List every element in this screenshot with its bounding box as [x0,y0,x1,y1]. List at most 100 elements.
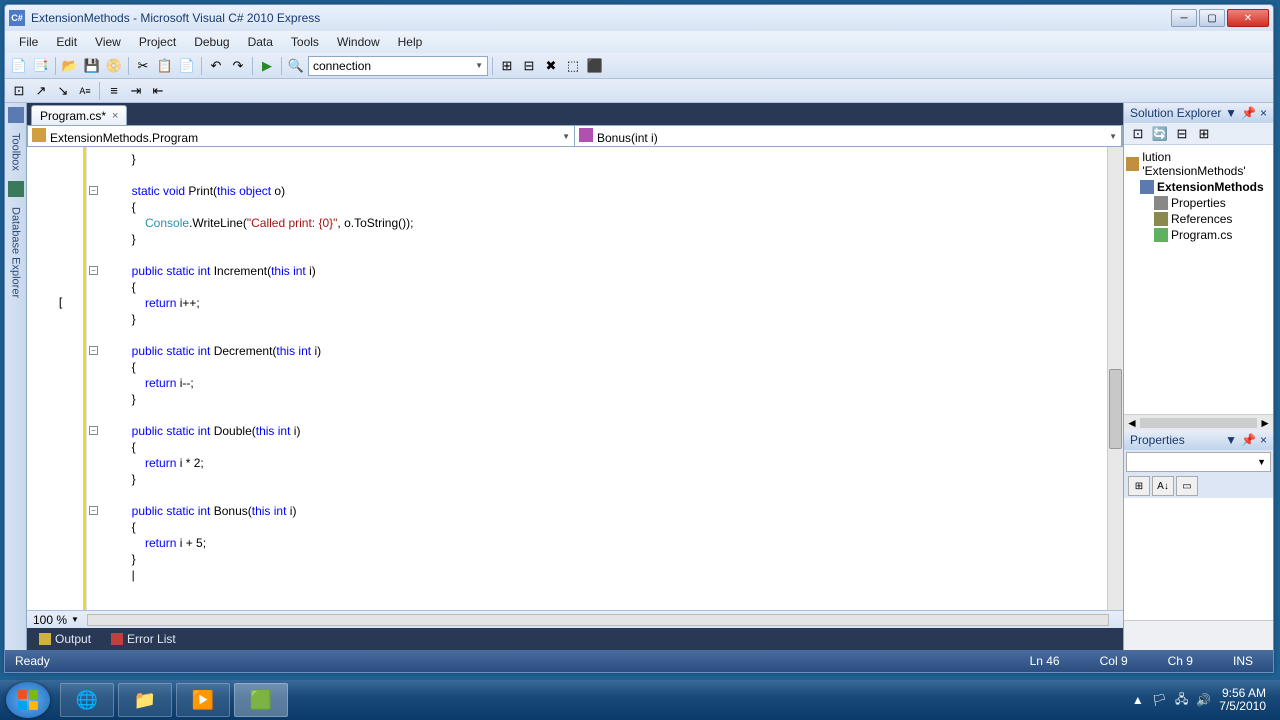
property-pages-icon[interactable]: ▭ [1176,476,1198,496]
new-project-icon[interactable]: 📄 [9,56,29,76]
text-tool-4[interactable]: A≡ [75,81,95,101]
zoom-level[interactable]: 100 % [33,613,67,627]
vertical-scrollbar[interactable] [1107,147,1123,610]
bottom-tab-errorlist[interactable]: Error List [105,630,182,648]
close-button[interactable]: ✕ [1227,9,1269,27]
tray-flag-icon[interactable]: 🏳 [1152,693,1167,707]
tree-references[interactable]: References [1126,211,1271,227]
close-panel-icon[interactable]: × [1260,433,1267,447]
minimize-button[interactable]: ─ [1171,9,1197,27]
undo-icon[interactable]: ↶ [206,56,226,76]
properties-grid[interactable] [1124,498,1273,620]
menu-window[interactable]: Window [329,33,388,51]
bottom-tab-output[interactable]: Output [33,630,97,648]
tool-icon-3[interactable]: ✖ [541,56,561,76]
task-ie[interactable]: 🌐 [60,683,114,717]
pin-icon[interactable]: 📌 [1241,106,1256,120]
class-navigator[interactable]: ExtensionMethods.Program ▼ [28,126,575,146]
dropdown-icon[interactable]: ▼ [1225,106,1237,120]
task-media[interactable]: ▶️ [176,683,230,717]
solution-scrollbar[interactable]: ◄► [1124,414,1273,430]
categorized-icon[interactable]: ⊞ [1128,476,1150,496]
code-editor[interactable]: } static void Print(this object o) { Con… [87,147,1107,610]
side-tab-toolbox[interactable]: Toolbox [8,125,24,179]
database-explorer-icon[interactable] [8,181,24,197]
menu-view[interactable]: View [87,33,129,51]
solution-toolbar: ⊡ 🔄 ⊟ ⊞ [1124,123,1273,145]
start-button[interactable] [6,682,50,718]
redo-icon[interactable]: ↷ [228,56,248,76]
find-icon[interactable]: 🔍 [286,56,306,76]
pin-icon[interactable]: 📌 [1241,433,1256,447]
text-tool-2[interactable]: ↗ [31,81,51,101]
method-icon [579,128,593,142]
text-tool-1[interactable]: ⊡ [9,81,29,101]
status-text: Ready [15,654,50,668]
tool-icon-4[interactable]: ⬚ [563,56,583,76]
taskbar[interactable]: 🌐 📁 ▶️ 🟩 ▲ 🏳 🖧 🔊 9:56 AM 7/5/2010 [0,680,1280,720]
tray-arrow-icon[interactable]: ▲ [1132,693,1144,707]
tool-icon-2[interactable]: ⊟ [519,56,539,76]
save-all-icon[interactable]: 📀 [104,56,124,76]
cut-icon[interactable]: ✂ [133,56,153,76]
paste-icon[interactable]: 📄 [177,56,197,76]
menu-edit[interactable]: Edit [48,33,85,51]
menu-project[interactable]: Project [131,33,184,51]
tree-solution[interactable]: lution 'ExtensionMethods' [1126,149,1271,179]
bottom-tab-well: Output Error List [27,628,1123,650]
save-icon[interactable]: 💾 [82,56,102,76]
solution-explorer-header[interactable]: Solution Explorer ▼📌× [1124,103,1273,123]
tree-project[interactable]: ExtensionMethods [1126,179,1271,195]
menu-tools[interactable]: Tools [283,33,327,51]
member-navigator[interactable]: Bonus(int i) ▼ [575,126,1122,146]
document-tab[interactable]: Program.cs* × [31,105,127,125]
solution-tree[interactable]: lution 'ExtensionMethods' ExtensionMetho… [1124,145,1273,414]
tool-icon-1[interactable]: ⊞ [497,56,517,76]
add-item-icon[interactable]: 📑 [31,56,51,76]
tray-network-icon[interactable]: 🖧 [1175,690,1188,711]
window-title: ExtensionMethods - Microsoft Visual C# 2… [31,11,1171,25]
references-icon [1154,212,1168,226]
properties-description [1124,620,1273,650]
open-icon[interactable]: 📂 [60,56,80,76]
close-tab-icon[interactable]: × [112,110,118,122]
tree-properties[interactable]: Properties [1126,195,1271,211]
find-combo[interactable]: connection▼ [308,56,488,76]
copy-icon[interactable]: 📋 [155,56,175,76]
sln-tool-3[interactable]: ⊟ [1172,124,1192,144]
maximize-button[interactable]: ▢ [1199,9,1225,27]
titlebar[interactable]: C# ExtensionMethods - Microsoft Visual C… [5,5,1273,31]
toolbox-icon[interactable] [8,107,24,123]
tray-volume-icon[interactable]: 🔊 [1196,693,1211,707]
alphabetical-icon[interactable]: A↓ [1152,476,1174,496]
properties-header[interactable]: Properties ▼📌× [1124,430,1273,450]
menu-file[interactable]: File [11,33,46,51]
menu-debug[interactable]: Debug [186,33,237,51]
indent-icon[interactable]: ⇥ [126,81,146,101]
tree-file[interactable]: Program.cs [1126,227,1271,243]
menu-help[interactable]: Help [390,33,431,51]
properties-object-selector[interactable]: ▼ [1126,452,1271,472]
document-tab-label: Program.cs* [40,109,106,123]
tray-clock[interactable]: 9:56 AM 7/5/2010 [1219,687,1266,713]
menu-data[interactable]: Data [240,33,281,51]
dropdown-icon[interactable]: ▼ [1225,433,1237,447]
document-tab-well: Program.cs* × [27,103,1123,125]
statusbar: Ready Ln 46 Col 9 Ch 9 INS [5,650,1273,672]
errorlist-icon [111,633,123,645]
task-explorer[interactable]: 📁 [118,683,172,717]
comment-icon[interactable]: ≡ [104,81,124,101]
side-tab-database-explorer[interactable]: Database Explorer [8,199,24,306]
status-char: Ch 9 [1168,654,1193,668]
sln-tool-1[interactable]: ⊡ [1128,124,1148,144]
sln-tool-4[interactable]: ⊞ [1194,124,1214,144]
tool-icon-5[interactable]: ⬛ [585,56,605,76]
sln-tool-2[interactable]: 🔄 [1150,124,1170,144]
start-debug-icon[interactable]: ▶ [257,56,277,76]
horizontal-scrollbar[interactable] [87,614,1109,626]
text-tool-3[interactable]: ↘ [53,81,73,101]
task-vs[interactable]: 🟩 [234,683,288,717]
outdent-icon[interactable]: ⇤ [148,81,168,101]
close-panel-icon[interactable]: × [1260,106,1267,120]
system-tray[interactable]: ▲ 🏳 🖧 🔊 9:56 AM 7/5/2010 [1132,687,1274,713]
